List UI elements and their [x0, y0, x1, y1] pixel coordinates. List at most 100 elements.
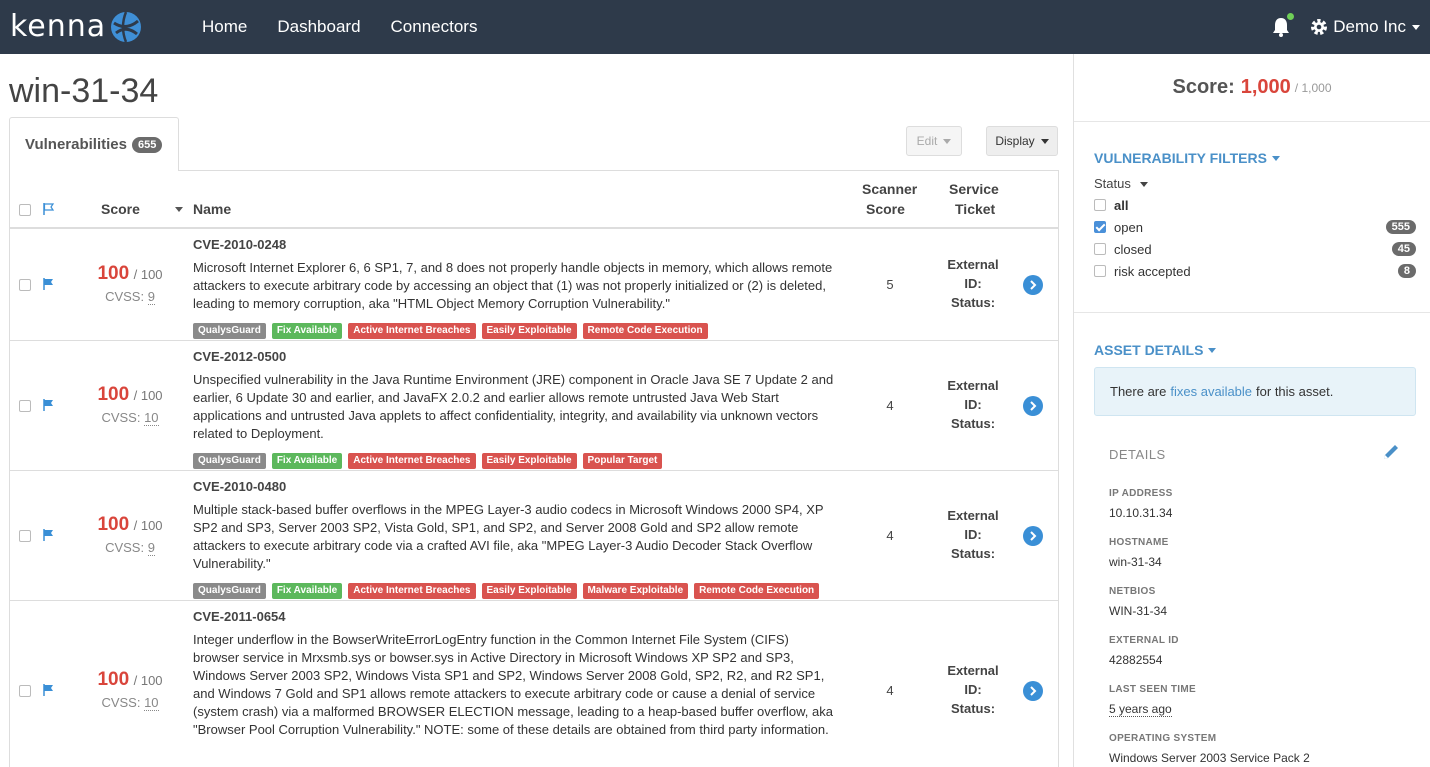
tag[interactable]: Fix Available [271, 583, 343, 599]
tag[interactable]: Active Internet Breaches [348, 583, 476, 599]
tag[interactable]: Easily Exploitable [481, 583, 577, 599]
vulnerability-filters-toggle[interactable]: VULNERABILITY FILTERS [1094, 150, 1280, 166]
flag-icon[interactable] [42, 528, 56, 542]
tag[interactable]: QualysGuard [193, 453, 266, 469]
asset-details-toggle[interactable]: ASSET DETAILS [1094, 342, 1217, 358]
table-header: Score Name Scanner Score Service Ticket [10, 171, 1058, 229]
cvss-value: 10 [144, 410, 159, 426]
detail-value: 5 years ago [1109, 702, 1172, 717]
tag[interactable]: Popular Target [582, 453, 663, 469]
detail-value: win-31-34 [1109, 555, 1162, 569]
flag-outline-icon[interactable] [42, 202, 56, 216]
row-detail-arrow-icon[interactable] [1023, 275, 1043, 295]
filter-open[interactable]: open 555 [1094, 217, 1416, 237]
header-score[interactable]: Score [101, 201, 140, 217]
score-max: / 100 [133, 267, 163, 282]
cvss-score: CVSS: 10 [80, 410, 180, 426]
logo-text: kenna [10, 9, 107, 44]
chevron-down-icon [1412, 24, 1420, 30]
notifications-bell-icon[interactable] [1271, 13, 1295, 38]
filter-label: risk accepted [1114, 263, 1191, 279]
filter-checkbox[interactable] [1094, 221, 1106, 233]
cve-id[interactable]: CVE-2010-0248 [193, 237, 286, 252]
row-checkbox[interactable] [19, 685, 31, 697]
table-row[interactable]: 100 / 100 CVSS: 9 CVE-2010-0248 Microsof… [10, 229, 1058, 341]
row-checkbox[interactable] [19, 400, 31, 412]
filter-count-badge: 555 [1385, 220, 1416, 234]
header-scanner-score-line1[interactable]: Scanner [862, 181, 917, 197]
row-detail-arrow-icon[interactable] [1023, 681, 1043, 701]
tag[interactable]: Active Internet Breaches [348, 323, 476, 339]
nav-dashboard[interactable]: Dashboard [277, 0, 360, 54]
tag[interactable]: Remote Code Execution [582, 323, 708, 339]
score-value: 100 [97, 514, 130, 535]
ticket-status: Status: [950, 416, 996, 431]
fixes-available-link[interactable]: fixes available [1170, 384, 1252, 399]
chevron-down-icon [1208, 347, 1217, 353]
header-service-ticket-line2[interactable]: Ticket [955, 201, 995, 217]
tab-vulnerabilities[interactable]: Vulnerabilities 655 [9, 117, 179, 171]
tab-count-badge: 655 [131, 136, 163, 153]
select-all-checkbox[interactable] [19, 204, 31, 216]
cvss-value: 10 [144, 695, 159, 711]
filter-all[interactable]: all [1094, 195, 1416, 215]
notification-dot [1287, 13, 1295, 20]
table-row[interactable]: 100 / 100 CVSS: 10 CVE-2012-0500 Unspeci… [10, 341, 1058, 471]
filter-checkbox[interactable] [1094, 265, 1106, 277]
header-scanner-score-line2[interactable]: Score [866, 201, 905, 217]
vulnerability-description: Integer underflow in the BowserWriteErro… [193, 632, 833, 737]
display-button[interactable]: Display [986, 126, 1058, 156]
tag[interactable]: QualysGuard [193, 583, 266, 599]
vulnerabilities-table: Score Name Scanner Score Service Ticket … [9, 170, 1059, 767]
row-checkbox[interactable] [19, 530, 31, 542]
tag[interactable]: Active Internet Breaches [348, 453, 476, 469]
filters-title: VULNERABILITY FILTERS [1094, 150, 1267, 166]
flag-icon[interactable] [42, 683, 56, 697]
table-row[interactable]: 100 / 100 CVSS: 10 CVE-2011-0654 Integer… [10, 601, 1058, 767]
ticket-id: ID: [964, 682, 982, 697]
last-seen-value: 5 years ago [1109, 702, 1172, 717]
row-detail-arrow-icon[interactable] [1023, 396, 1043, 416]
tag[interactable]: QualysGuard [193, 323, 266, 339]
filter-checkbox[interactable] [1094, 243, 1106, 255]
info-text-post: for this asset. [1256, 384, 1334, 399]
nav-connectors[interactable]: Connectors [391, 0, 478, 54]
flag-icon[interactable] [42, 277, 56, 291]
chevron-down-icon [1040, 138, 1049, 144]
cve-id[interactable]: CVE-2012-0500 [193, 349, 286, 364]
score-max: / 100 [133, 518, 163, 533]
status-filter-dropdown[interactable]: Status [1094, 176, 1149, 191]
tag[interactable]: Malware Exploitable [582, 583, 689, 599]
row-checkbox[interactable] [19, 279, 31, 291]
tag[interactable]: Easily Exploitable [481, 453, 577, 469]
flag-icon[interactable] [42, 398, 56, 412]
nav-home[interactable]: Home [202, 0, 247, 54]
score-max: / 1,000 [1294, 80, 1332, 95]
tag[interactable]: Fix Available [271, 453, 343, 469]
filter-closed[interactable]: closed 45 [1094, 239, 1416, 259]
risk-score: 100 / 100 [80, 384, 180, 406]
tag[interactable]: Fix Available [271, 323, 343, 339]
details-title: DETAILS [1109, 447, 1166, 462]
header-service-ticket-line1[interactable]: Service [949, 181, 999, 197]
edit-button[interactable]: Edit [906, 126, 962, 156]
tag[interactable]: Remote Code Execution [694, 583, 820, 599]
sort-caret-icon[interactable] [175, 207, 183, 212]
filter-risk-accepted[interactable]: risk accepted 8 [1094, 261, 1416, 281]
cve-id[interactable]: CVE-2011-0654 [193, 609, 286, 624]
kenna-logo[interactable]: kenna [10, 0, 160, 54]
row-detail-arrow-icon[interactable] [1023, 526, 1043, 546]
service-ticket: External ID: Status: [943, 506, 1003, 563]
header-name[interactable]: Name [193, 201, 231, 217]
score-value: 100 [97, 263, 130, 284]
filter-checkbox[interactable] [1094, 199, 1106, 211]
table-row[interactable]: 100 / 100 CVSS: 9 CVE-2010-0480 Multiple… [10, 471, 1058, 601]
detail-label: HOSTNAME [1109, 537, 1169, 548]
cvss-value: 9 [147, 289, 155, 305]
tag[interactable]: Easily Exploitable [481, 323, 577, 339]
edit-pencil-icon[interactable] [1381, 442, 1401, 462]
ticket-id: ID: [964, 397, 982, 412]
ticket-external: External [947, 663, 999, 678]
cve-id[interactable]: CVE-2010-0480 [193, 479, 286, 494]
account-menu[interactable]: Demo Inc [1309, 17, 1420, 37]
